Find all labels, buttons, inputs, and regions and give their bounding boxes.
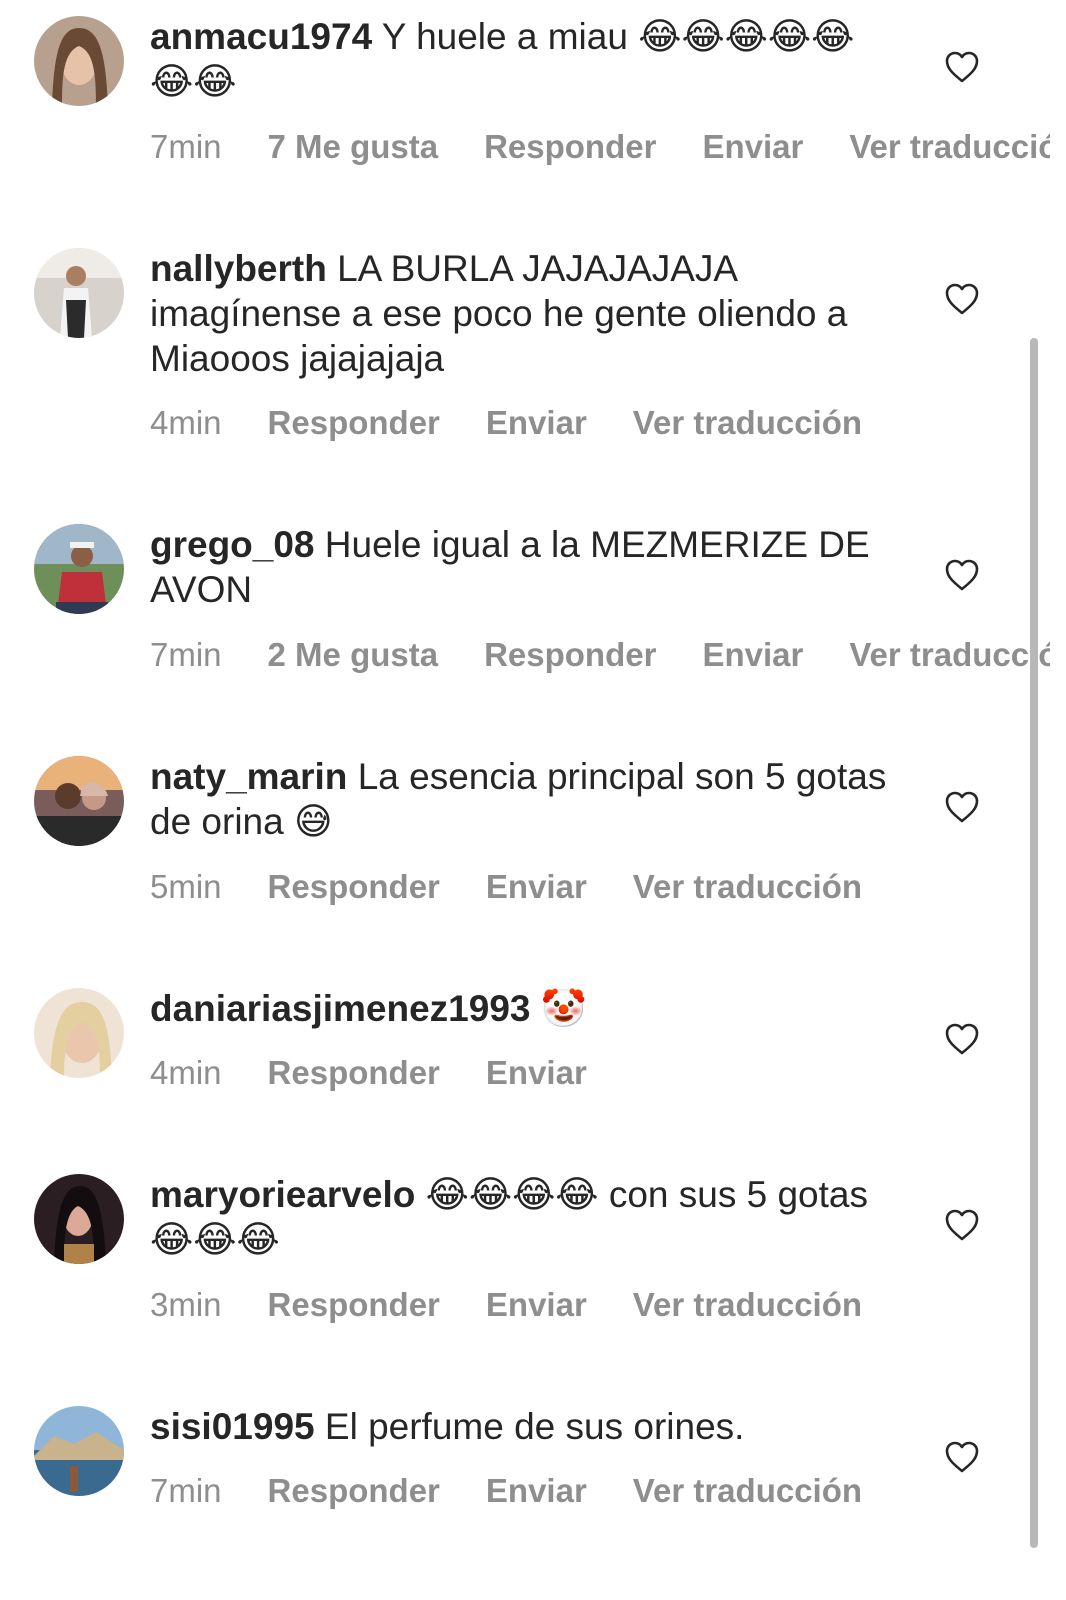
comment-text: nallyberth LA BURLA JAJAJAJAJA imagínens…: [150, 246, 890, 381]
heart-outline-icon: [945, 283, 979, 315]
like-button[interactable]: [944, 558, 980, 592]
likes-count[interactable]: 2 Me gusta: [268, 636, 439, 673]
send-button[interactable]: Enviar: [486, 1054, 587, 1091]
comment-username[interactable]: grego_08: [150, 524, 315, 565]
comment-username[interactable]: anmacu1974: [150, 16, 372, 57]
see-translation-button[interactable]: Ver traducción: [849, 128, 1050, 165]
comment-username[interactable]: sisi01995: [150, 1406, 315, 1447]
reply-button[interactable]: Responder: [268, 1472, 440, 1509]
likes-count[interactable]: 7 Me gusta: [268, 128, 439, 165]
comment-time: 7min: [150, 636, 222, 673]
avatar[interactable]: [34, 248, 124, 338]
comment-body: El perfume de sus orines.: [324, 1406, 745, 1447]
like-button[interactable]: [944, 1022, 980, 1056]
reply-button[interactable]: Responder: [268, 1054, 440, 1091]
reply-button[interactable]: Responder: [484, 128, 656, 165]
send-button[interactable]: Enviar: [702, 128, 803, 165]
avatar[interactable]: [34, 16, 124, 106]
comment-username[interactable]: nallyberth: [150, 248, 327, 289]
comment-text: maryoriearvelo 😂😂😂😂 con sus 5 gotas 😂😂😂: [150, 1172, 890, 1262]
comment-actions: 7min 2 Me gusta Responder Enviar Ver traducc…: [150, 636, 1050, 674]
see-translation-button[interactable]: Ver traducción: [633, 868, 862, 905]
comment-time: 4min: [150, 404, 222, 441]
comment-username[interactable]: maryoriearvelo: [150, 1174, 415, 1215]
heart-outline-icon: [945, 1441, 979, 1473]
see-translation-button[interactable]: Ver traducción: [633, 1472, 862, 1509]
send-button[interactable]: Enviar: [486, 1472, 587, 1509]
see-translation-button[interactable]: Ver traducción: [633, 1286, 862, 1323]
like-button[interactable]: [944, 282, 980, 316]
comment-actions: 7min Responder Enviar Ver traducción: [150, 1472, 1050, 1510]
comment-actions: 4min Responder Enviar: [150, 1054, 1050, 1092]
send-button[interactable]: Enviar: [486, 404, 587, 441]
comment-text: anmacu1974 Y huele a miau 😂😂😂😂😂😂😂: [150, 14, 890, 104]
comment-actions: 5min Responder Enviar Ver traducción: [150, 868, 1050, 906]
comment-text: naty_marin La esencia principal son 5 go…: [150, 754, 890, 844]
comment-username[interactable]: daniariasjimenez1993: [150, 988, 531, 1029]
like-button[interactable]: [944, 50, 980, 84]
avatar[interactable]: [34, 1406, 124, 1496]
comment-actions: 7min 7 Me gusta Responder Enviar Ver traducc…: [150, 128, 1050, 166]
reply-button[interactable]: Responder: [268, 868, 440, 905]
comment-time: 7min: [150, 128, 222, 165]
see-translation-button[interactable]: Ver traducción: [633, 404, 862, 441]
avatar[interactable]: [34, 1174, 124, 1264]
scrollbar[interactable]: [1030, 338, 1038, 1548]
comment-time: 4min: [150, 1054, 222, 1091]
heart-outline-icon: [945, 791, 979, 823]
comment-body: 🤡: [540, 988, 587, 1029]
comment-time: 3min: [150, 1286, 222, 1323]
like-button[interactable]: [944, 1440, 980, 1474]
comment-username[interactable]: naty_marin: [150, 756, 347, 797]
heart-outline-icon: [945, 51, 979, 83]
heart-outline-icon: [945, 1209, 979, 1241]
send-button[interactable]: Enviar: [702, 636, 803, 673]
send-button[interactable]: Enviar: [486, 868, 587, 905]
reply-button[interactable]: Responder: [484, 636, 656, 673]
avatar[interactable]: [34, 756, 124, 846]
heart-outline-icon: [945, 559, 979, 591]
comment-text: sisi01995 El perfume de sus orines.: [150, 1404, 890, 1449]
comment-time: 5min: [150, 868, 222, 905]
comment-actions: 3min Responder Enviar Ver traducción: [150, 1286, 1050, 1324]
avatar[interactable]: [34, 988, 124, 1078]
comment-actions: 4min Responder Enviar Ver traducción: [150, 404, 1050, 442]
see-translation-button[interactable]: Ver traducción: [849, 636, 1050, 673]
avatar[interactable]: [34, 524, 124, 614]
comment-text: daniariasjimenez1993 🤡: [150, 986, 890, 1031]
comments-list: anmacu1974 Y huele a miau 😂😂😂😂😂😂😂 7min 7 …: [0, 0, 1066, 1600]
send-button[interactable]: Enviar: [486, 1286, 587, 1323]
comment-text: grego_08 Huele igual a la MEZMERIZE DE A…: [150, 522, 890, 612]
comment-time: 7min: [150, 1472, 222, 1509]
reply-button[interactable]: Responder: [268, 1286, 440, 1323]
like-button[interactable]: [944, 1208, 980, 1242]
heart-outline-icon: [945, 1023, 979, 1055]
reply-button[interactable]: Responder: [268, 404, 440, 441]
like-button[interactable]: [944, 790, 980, 824]
